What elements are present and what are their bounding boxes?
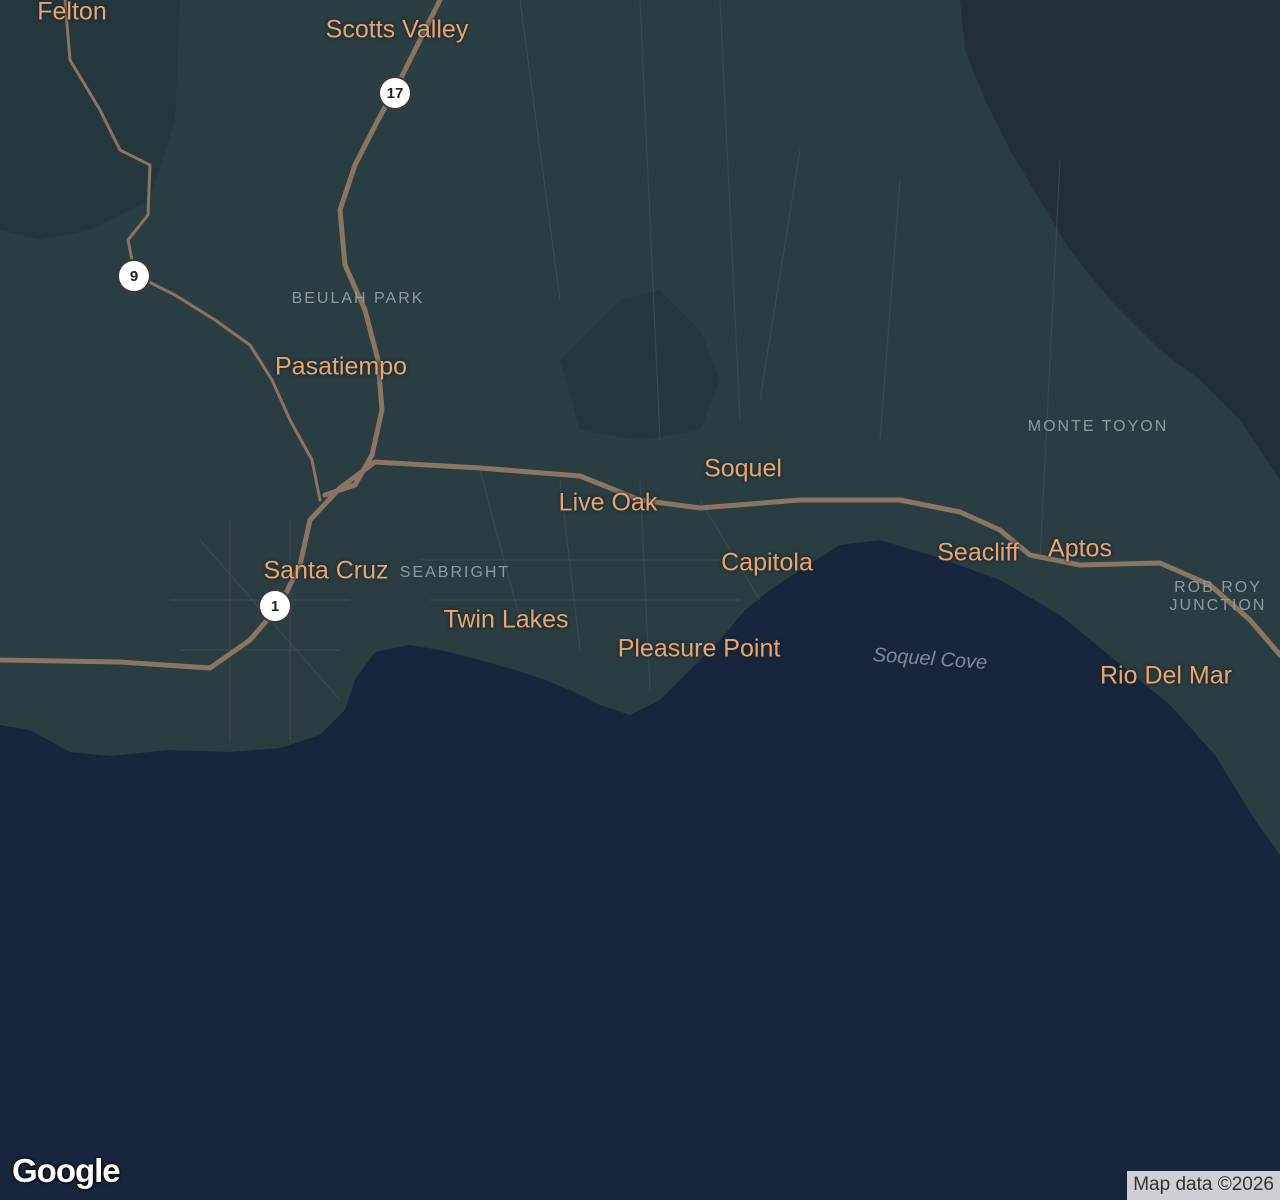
neighborhood-label-monte-toyon: MONTE TOYON bbox=[1027, 418, 1169, 435]
city-label-aptos[interactable]: Aptos bbox=[1048, 536, 1112, 562]
google-logo[interactable]: Google bbox=[12, 1152, 121, 1190]
city-label-pasatiempo[interactable]: Pasatiempo bbox=[275, 354, 407, 380]
city-label-santa-cruz[interactable]: Santa Cruz bbox=[263, 558, 388, 584]
neighborhood-label-rob-roy-junction: ROB ROY JUNCTION bbox=[1169, 579, 1267, 614]
city-label-felton[interactable]: Felton bbox=[37, 0, 106, 25]
city-label-pleasure-point[interactable]: Pleasure Point bbox=[618, 636, 781, 662]
city-label-rio-del-mar[interactable]: Rio Del Mar bbox=[1100, 663, 1232, 689]
city-label-capitola[interactable]: Capitola bbox=[721, 550, 813, 576]
neighborhood-label-beulah-park: BEULAH PARK bbox=[291, 290, 425, 307]
city-label-scotts-valley[interactable]: Scotts Valley bbox=[326, 17, 469, 43]
city-label-twin-lakes[interactable]: Twin Lakes bbox=[443, 607, 568, 633]
city-label-seacliff[interactable]: Seacliff bbox=[937, 540, 1019, 566]
route-1-shield-icon: 1 bbox=[260, 591, 290, 621]
map-base-layer bbox=[0, 0, 1280, 1200]
route-17-shield-icon: 17 bbox=[380, 78, 410, 108]
map-attribution[interactable]: Map data ©2026 bbox=[1127, 1171, 1280, 1200]
city-label-live-oak[interactable]: Live Oak bbox=[559, 490, 658, 516]
map-canvas[interactable]: Felton Scotts Valley Pasatiempo Soquel L… bbox=[0, 0, 1280, 1200]
city-label-soquel[interactable]: Soquel bbox=[704, 456, 782, 482]
route-9-shield-icon: 9 bbox=[119, 261, 149, 291]
neighborhood-label-seabright: SEABRIGHT bbox=[399, 564, 511, 581]
